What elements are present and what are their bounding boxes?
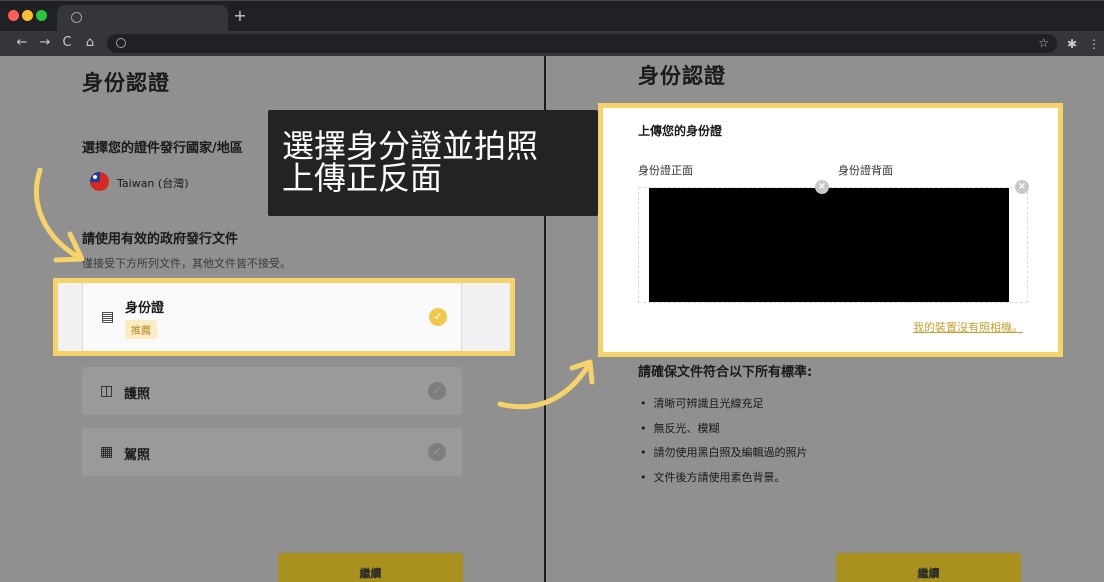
reload-button[interactable]: C — [59, 34, 75, 52]
curved-arrow-icon — [34, 167, 85, 263]
back-button[interactable]: ← — [14, 34, 30, 52]
bookmark-star-icon[interactable]: ☆ — [1038, 34, 1049, 53]
uploaded-id-image-redacted — [649, 188, 1009, 302]
maximize-window-button[interactable] — [36, 10, 47, 21]
instruction-callout: 選擇身分證並拍照 上傳正反面 — [268, 110, 598, 216]
remove-front-icon[interactable]: × — [815, 180, 829, 194]
country-label: 選擇您的證件發行國家/地區 — [82, 141, 243, 156]
continue-label: 繼續 — [917, 567, 940, 580]
globe-icon — [71, 12, 82, 23]
doc-option-driver-license[interactable]: ▦ 駕照 ✓ — [82, 428, 462, 476]
upload-title: 上傳您的身份證 — [638, 124, 723, 138]
browser-chrome: + ← → C ⌂ ☆ ✱ ⋮ — [0, 0, 1104, 57]
recommended-badge: 推薦 — [125, 320, 157, 339]
remove-back-icon[interactable]: × — [1015, 180, 1029, 194]
upload-panel: 上傳您的身份證 身份證正面 身份證背面 × × 我的裝置沒有照相機。 — [598, 103, 1063, 357]
id-card-icon: ▤ — [101, 309, 115, 325]
tab-strip: + — [0, 1, 1104, 31]
criteria-title: 請確保文件符合以下所有標準: — [638, 365, 813, 380]
driver-license-icon: ▦ — [100, 444, 114, 460]
criteria-item: • 清晰可辨識且光線充足 — [640, 397, 764, 410]
callout-line-2: 上傳正反面 — [282, 159, 443, 197]
doc-option-label: 駕照 — [124, 448, 151, 463]
check-icon: ✓ — [428, 443, 446, 461]
continue-button-right[interactable]: 繼續 — [836, 553, 1021, 582]
site-info-icon[interactable] — [116, 38, 126, 48]
country-value: Taiwan (台灣) — [117, 177, 189, 190]
front-side-label: 身份證正面 — [638, 164, 693, 177]
continue-label: 繼續 — [359, 567, 382, 580]
doc-option-id-card[interactable]: ▤ 身份證 推薦 ✓ — [82, 283, 462, 351]
criteria-item: • 無反光、模糊 — [640, 422, 720, 435]
page-title-left: 身份認證 — [82, 71, 170, 95]
back-side-label: 身份證背面 — [838, 164, 893, 177]
doc-option-passport[interactable]: ◫ 護照 ✓ — [82, 367, 462, 415]
browser-tab[interactable] — [57, 5, 228, 31]
criteria-item: • 文件後方請使用素色背景。 — [640, 471, 786, 484]
documents-note: 僅接受下方所列文件，其他文件皆不接受。 — [82, 257, 291, 270]
criteria-item: • 請勿使用黑白照及編輯過的照片 — [640, 446, 808, 459]
documents-label: 請使用有效的政府發行文件 — [82, 232, 239, 247]
forward-button[interactable]: → — [37, 34, 53, 52]
page-title-right: 身份認證 — [638, 64, 726, 88]
page-content: 身份認證 選擇您的證件發行國家/地區 Taiwan (台灣) 請使用有效的政府發… — [0, 56, 1104, 582]
no-camera-link[interactable]: 我的裝置沒有照相機。 — [913, 319, 1023, 335]
home-button[interactable]: ⌂ — [82, 34, 98, 52]
country-select[interactable]: Taiwan (台灣) — [82, 168, 292, 196]
callout-line-1: 選擇身分證並拍照 — [282, 127, 539, 165]
close-window-button[interactable] — [8, 10, 19, 21]
check-icon: ✓ — [428, 382, 446, 400]
minimize-window-button[interactable] — [22, 10, 33, 21]
doc-option-label: 護照 — [124, 387, 151, 402]
browser-toolbar: ← → C ⌂ ☆ ✱ ⋮ — [0, 31, 1104, 57]
check-selected-icon: ✓ — [429, 308, 447, 326]
new-tab-button[interactable]: + — [232, 6, 248, 26]
curved-arrow-icon — [497, 359, 595, 410]
continue-button-left[interactable]: 繼續 — [278, 553, 463, 582]
extensions-icon[interactable]: ✱ — [1067, 35, 1077, 53]
address-bar[interactable]: ☆ — [107, 34, 1057, 53]
doc-option-label: 身份證 — [125, 301, 165, 316]
passport-icon: ◫ — [100, 383, 114, 399]
browser-menu-icon[interactable]: ⋮ — [1088, 35, 1100, 53]
